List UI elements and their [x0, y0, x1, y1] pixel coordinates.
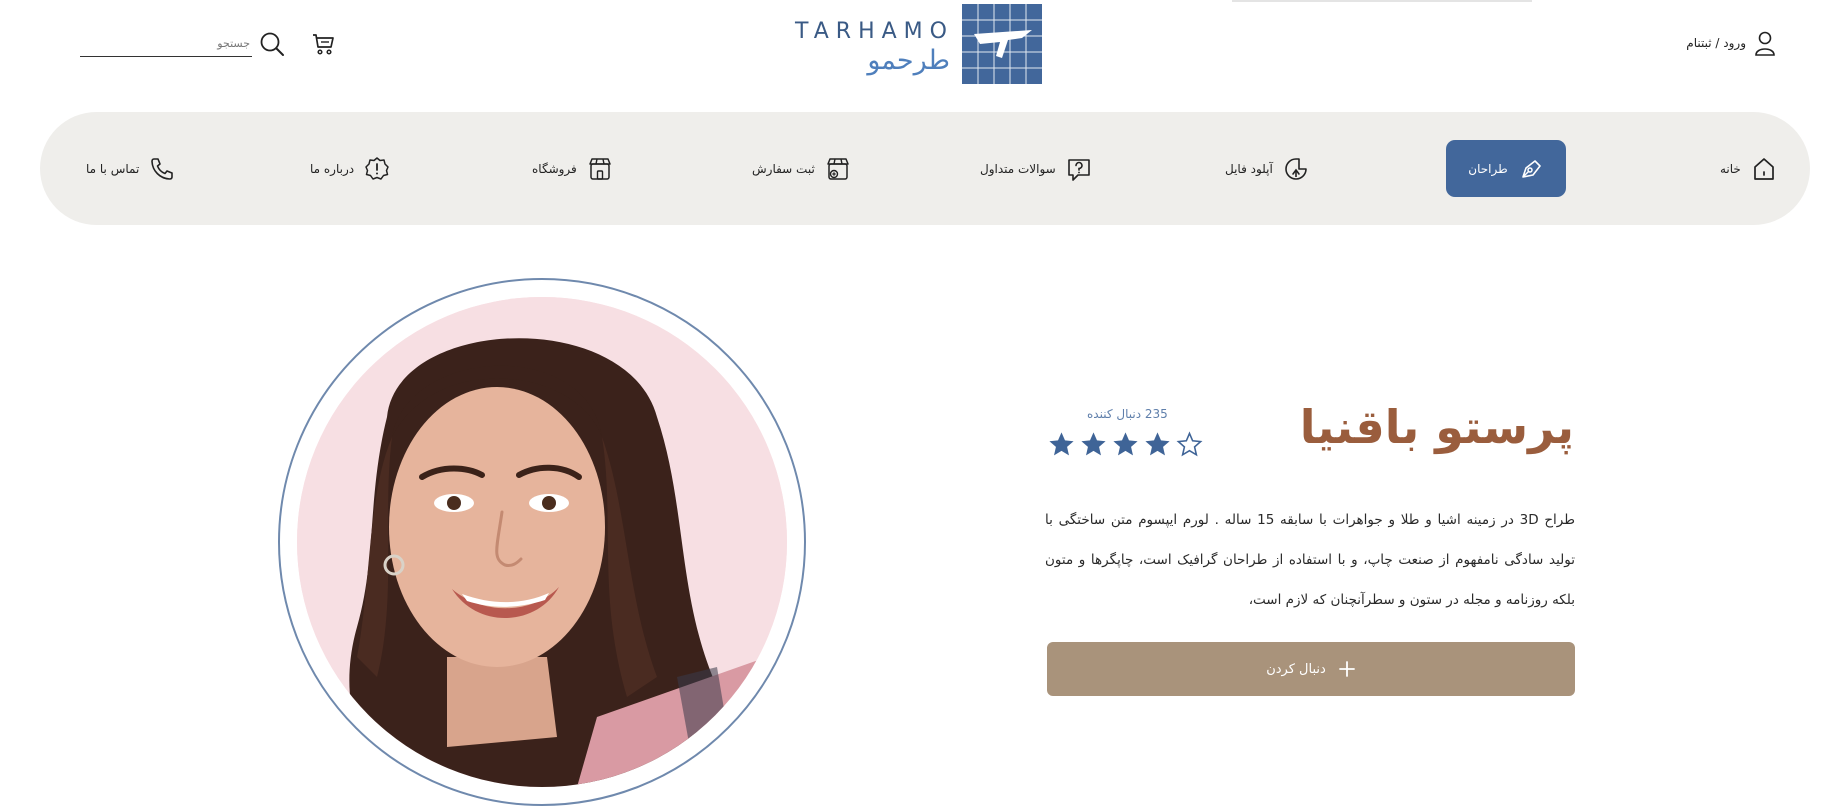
nav-label: درباره ما — [310, 161, 355, 176]
order-icon — [827, 157, 849, 180]
search-area — [80, 30, 338, 58]
login-label: ورود / ثبتنام — [1686, 36, 1746, 50]
nav-label: تماس با ما — [86, 161, 140, 176]
home-icon — [1754, 157, 1774, 180]
rating-stars — [1047, 430, 1204, 459]
designer-name: پرستو باقنیا — [1299, 400, 1574, 454]
user-icon — [1755, 31, 1775, 56]
nav-item-order[interactable]: ثبت سفارش — [752, 140, 851, 197]
follow-button-label: دنبال کردن — [1266, 661, 1326, 677]
nav-label: طراحان — [1468, 161, 1508, 176]
plus-icon — [1338, 661, 1355, 677]
star-outline-icon — [1176, 431, 1203, 457]
cart-icon — [313, 34, 334, 55]
shop-icon — [589, 157, 611, 180]
nav-item-about[interactable]: درباره ما — [310, 140, 390, 197]
search-icon — [260, 32, 284, 56]
site-header: ورود / ثبتنام TARHAMO طرحمو — [0, 0, 1846, 100]
nav-item-designers[interactable]: طراحان — [1446, 140, 1566, 197]
search-input[interactable] — [80, 31, 252, 56]
nav-item-faq[interactable]: سوالات متداول — [980, 140, 1092, 197]
designer-portrait — [297, 297, 787, 787]
search-input-wrapper — [80, 31, 252, 57]
designer-portrait-frame — [278, 278, 806, 806]
nav-item-shop[interactable]: فروشگاه — [532, 140, 613, 197]
upload-icon — [1285, 157, 1307, 180]
nav-label: آپلود فایل — [1225, 161, 1273, 176]
nav-label: ثبت سفارش — [752, 161, 815, 176]
nav-item-contact[interactable]: تماس با ما — [86, 140, 175, 197]
pen-tool-icon — [1521, 159, 1541, 178]
star-icon — [1049, 432, 1074, 456]
star-icon — [1081, 432, 1106, 456]
logo-mark-icon — [961, 4, 1042, 84]
follow-button[interactable]: دنبال کردن — [1047, 642, 1575, 696]
nav-item-upload[interactable]: آپلود فایل — [1225, 140, 1309, 197]
nav-label: خانه — [1720, 161, 1741, 176]
nav-label: سوالات متداول — [980, 161, 1056, 176]
portrait-illustration — [297, 297, 787, 787]
info-badge-icon — [365, 156, 389, 180]
star-icon — [1113, 432, 1138, 456]
question-icon — [1067, 158, 1090, 181]
site-logo[interactable]: TARHAMO طرحمو — [795, 4, 1042, 86]
star-icon — [1145, 432, 1170, 456]
search-button[interactable] — [258, 30, 286, 58]
nav-item-home[interactable]: خانه — [1720, 140, 1777, 197]
designer-bio: طراح 3D در زمینه اشیا و طلا و جواهرات با… — [1045, 512, 1575, 608]
login-link[interactable]: ورود / ثبتنام — [1686, 30, 1776, 56]
top-strip — [1232, 0, 1532, 2]
nav-label: فروشگاه — [532, 161, 577, 176]
logo-persian-text: طرحمو — [867, 45, 950, 76]
followers-count[interactable]: 235 دنبال کننده — [1087, 407, 1168, 421]
cart-button[interactable] — [310, 30, 338, 58]
main-nav: خانه طراحان آپلود فایل سوالات متداول ثبت… — [40, 112, 1810, 225]
logo-latin-text: TARHAMO — [795, 19, 954, 44]
phone-icon — [151, 157, 174, 180]
